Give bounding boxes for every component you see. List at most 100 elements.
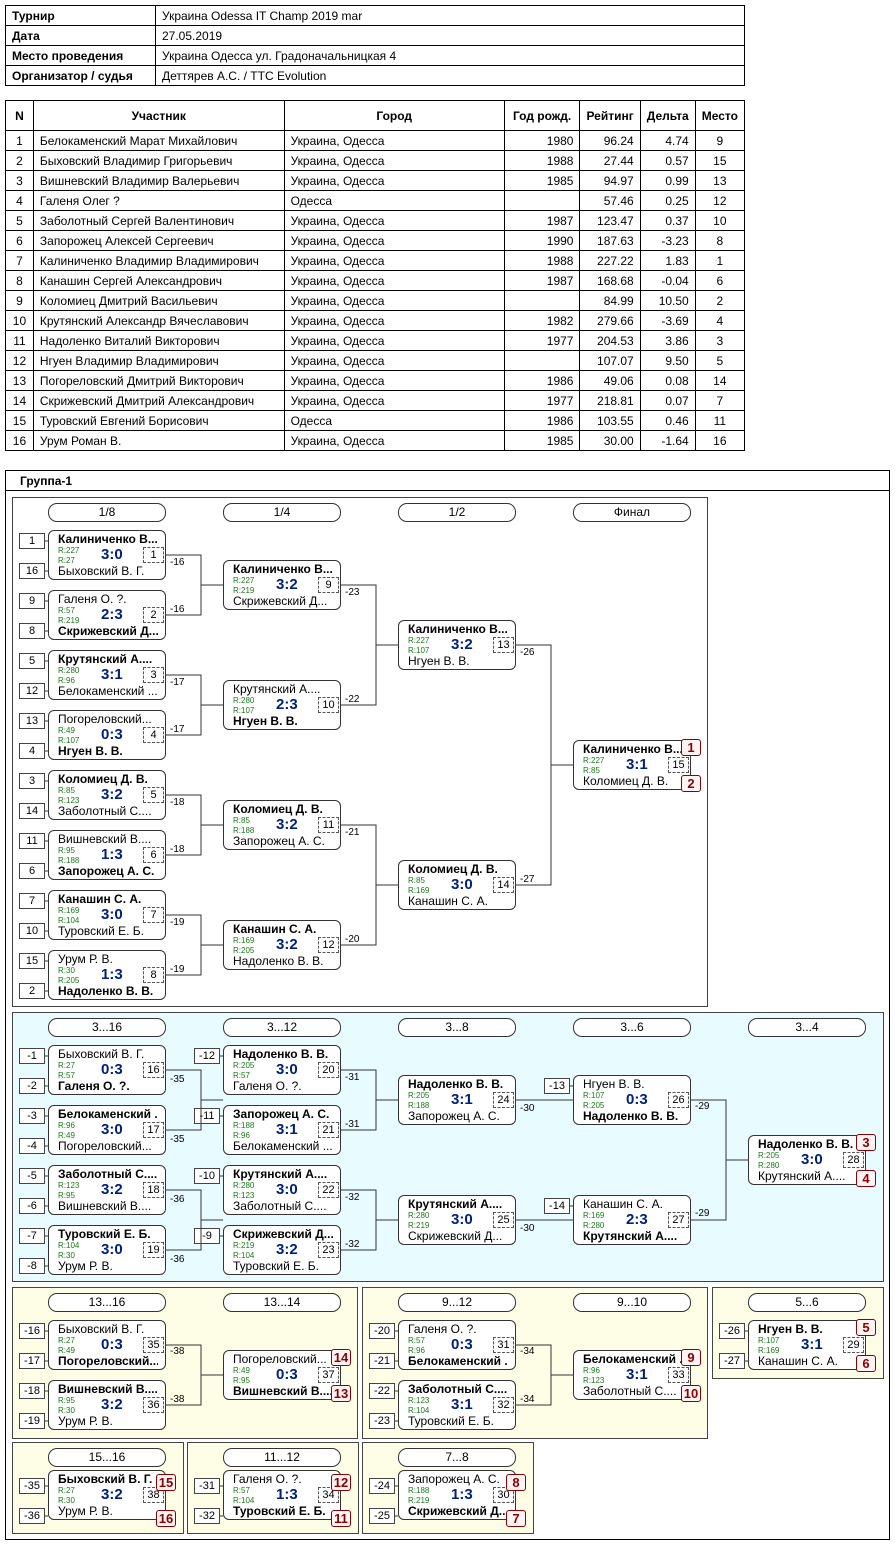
table-row: 16 Урум Роман В. Украина, Одесса 1985 30.00-… — [5, 430, 746, 451]
rating-bottom: R:30 — [58, 1496, 75, 1505]
rating-top: R:57 — [408, 1336, 425, 1345]
table-row: 5 Заболотный Сергей Валентинович Украина, … — [5, 210, 746, 231]
player-bottom: Вишневский В.... — [233, 1385, 333, 1398]
table-cell: 3 — [5, 170, 34, 191]
table-cell: 0.99 — [639, 170, 696, 191]
match-number: 3 — [143, 667, 164, 683]
seed-box: -2 — [19, 1078, 45, 1094]
match-number: 31 — [493, 1337, 514, 1353]
table-cell: Быховский Владимир Григорьевич — [32, 150, 285, 171]
seed-box: -31 — [194, 1478, 220, 1494]
table-cell: Украина, Одесса — [283, 390, 505, 411]
table-cell: Украина, Одесса — [283, 130, 505, 151]
rating-bottom: R:107 — [58, 736, 80, 745]
round-header: 3...8 — [398, 1018, 516, 1037]
loser-ref: -19 — [170, 964, 185, 975]
player-bottom: Урум Р. В. — [58, 1415, 113, 1428]
table-cell: Украина, Одесса — [283, 310, 505, 331]
player-bottom: Нгуен В. В. — [408, 655, 470, 668]
rating-top: R:205 — [233, 1061, 255, 1070]
match-box: Урум Р. В. R:30 R:205 1:3 8 Надоленко В. В. — [48, 950, 166, 1000]
loser-ref: -26 — [520, 647, 535, 658]
table-cell: 10.50 — [639, 290, 696, 311]
table-cell: 1.83 — [639, 250, 696, 271]
player-bottom: Заболотный С.... — [233, 1200, 327, 1213]
rating-bottom: R:188 — [233, 826, 255, 835]
match-number: 29 — [843, 1337, 864, 1353]
rating-top: R:169 — [233, 936, 255, 945]
seed-box: -14 — [544, 1198, 570, 1214]
seed-box: -4 — [19, 1138, 45, 1154]
column-header: N — [5, 100, 34, 131]
seed-box: -27 — [719, 1353, 745, 1369]
match-box: Канашин С. А. R:169 R:104 3:0 7 Туровский Е. … — [48, 890, 166, 940]
match-box: Белокаменский ... R:96 R:123 3:1 33 Заболотны… — [573, 1350, 691, 1400]
table-cell: 0.46 — [639, 410, 696, 431]
loser-ref: -29 — [695, 1101, 710, 1112]
table-row: 2 Быховский Владимир Григорьевич Украина, … — [5, 150, 746, 171]
player-top: Урум Р. В. — [58, 953, 113, 966]
table-cell: 1982 — [503, 310, 581, 331]
seed-box: -18 — [19, 1383, 45, 1399]
rating-bottom: R:205 — [58, 976, 80, 985]
match-score: 3:2 — [101, 1396, 123, 1413]
player-bottom: Туровский Е. Б. — [233, 1505, 326, 1518]
loser-ref: -38 — [170, 1346, 185, 1357]
table-cell: 1990 — [503, 230, 581, 251]
rating-top: R:95 — [58, 846, 75, 855]
rating-top: R:280 — [233, 696, 255, 705]
match-score: 3:2 — [276, 936, 298, 953]
table-cell: Скрижевский Дмитрий Александрович — [32, 390, 285, 411]
table-cell: 123.47 — [579, 210, 641, 231]
table-cell: Украина, Одесса — [283, 290, 505, 311]
seed-box: -24 — [369, 1478, 395, 1494]
player-bottom: Заболотный С.... — [58, 805, 152, 818]
player-bottom: Канашин С. А. — [758, 1355, 838, 1368]
player-top: Калиниченко В... — [58, 533, 158, 546]
table-cell: 96.24 — [579, 130, 641, 151]
seed-box: -17 — [19, 1353, 45, 1369]
player-top: Запорожец А. С. — [408, 1473, 500, 1486]
seed-box: -12 — [194, 1048, 220, 1064]
rating-bottom: R:123 — [233, 1191, 255, 1200]
match-score: 3:2 — [276, 576, 298, 593]
match-box: Калиниченко В... R:227 R:107 3:2 13 Нгуен В. … — [398, 620, 516, 670]
rating-bottom: R:107 — [408, 646, 430, 655]
match-score: 3:2 — [276, 816, 298, 833]
player-top: Галеня О. ?. — [408, 1323, 477, 1336]
loser-ref: -34 — [520, 1394, 535, 1405]
player-top: Крутянский А.... — [233, 683, 321, 696]
table-cell: 57.46 — [579, 190, 641, 211]
round-header: Финал — [573, 503, 691, 522]
table-cell: Украина, Одесса — [283, 150, 505, 171]
match-box: Вишневский В.... R:95 R:30 3:2 36 Урум Р. В. — [48, 1380, 166, 1430]
match-score: 3:0 — [276, 1181, 298, 1198]
info-label: Турнир — [5, 5, 156, 26]
table-cell: 84.99 — [579, 290, 641, 311]
match-number: 12 — [318, 937, 339, 953]
column-header: Участник — [32, 100, 285, 131]
match-score: 1:3 — [276, 1486, 298, 1503]
table-cell: 49.06 — [579, 370, 641, 391]
table-cell: 103.55 — [579, 410, 641, 431]
seed-box: -20 — [369, 1323, 395, 1339]
seed-box: -25 — [369, 1508, 395, 1524]
rating-top: R:104 — [58, 1241, 80, 1250]
player-top: Вишневский В.... — [58, 833, 152, 846]
round-header: 3...6 — [573, 1018, 691, 1037]
place-badge: 15 — [156, 1474, 176, 1491]
rating-bottom: R:30 — [58, 1251, 75, 1260]
loser-ref: -31 — [345, 1072, 360, 1083]
loser-ref: -23 — [345, 587, 360, 598]
match-box: Канашин С. А. R:169 R:205 3:2 12 Надоленко В.… — [223, 920, 341, 970]
match-number: 1 — [143, 547, 164, 563]
match-score: 0:3 — [276, 1366, 298, 1383]
player-top: Заболотный С.... — [58, 1168, 158, 1181]
match-box: Коломиец Д. В. R:85 R:123 3:2 5 Заболотный С.… — [48, 770, 166, 820]
match-score: 3:0 — [276, 1061, 298, 1078]
match-box: Коломиец Д. В. R:85 R:188 3:2 11 Запорожец А.… — [223, 800, 341, 850]
match-box: Галеня О. ?. R:57 R:96 0:3 31 Белокаменский .… — [398, 1320, 516, 1370]
player-top: Калиниченко В... — [408, 623, 508, 636]
player-top: Надоленко В. В. — [233, 1048, 329, 1061]
match-number: 2 — [143, 607, 164, 623]
